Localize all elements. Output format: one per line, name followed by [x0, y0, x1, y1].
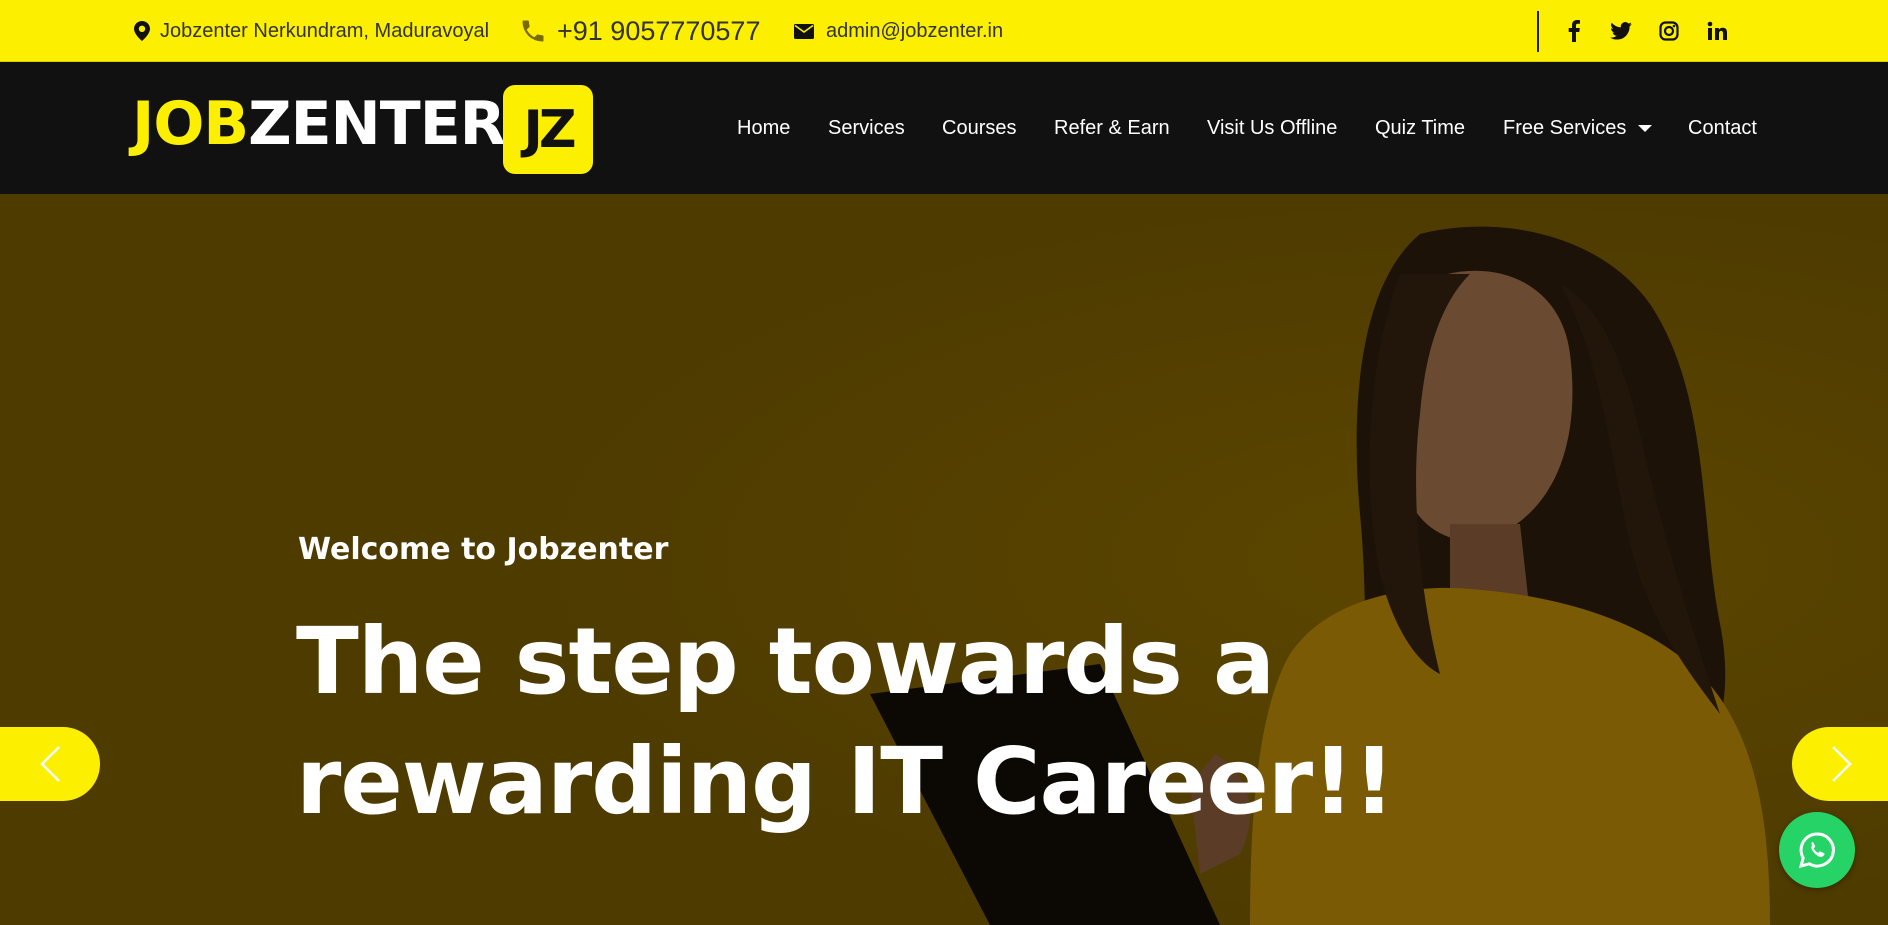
phone-text[interactable]: +91 9057770577 — [557, 16, 760, 47]
nav-free-services[interactable]: Free Services — [1503, 62, 1653, 194]
slider-next-button[interactable] — [1792, 727, 1888, 801]
instagram-icon[interactable] — [1656, 18, 1682, 44]
logo-badge-text: JZ — [523, 99, 576, 160]
social-divider — [1537, 11, 1539, 52]
whatsapp-chat-button[interactable] — [1779, 812, 1855, 888]
nav-refer-earn[interactable]: Refer & Earn — [1054, 62, 1170, 194]
chevron-right-icon — [1832, 746, 1852, 782]
envelope-icon — [794, 23, 814, 39]
hero-slider: Welcome to Jobzenter The step towards a … — [0, 194, 1888, 925]
whatsapp-icon — [1798, 832, 1835, 869]
chevron-left-icon — [40, 746, 60, 782]
map-pin-icon — [134, 21, 150, 41]
nav-home[interactable]: Home — [737, 62, 790, 194]
logo-part-zenter[interactable]: ZENTER — [248, 89, 506, 159]
nav-contact[interactable]: Contact — [1688, 62, 1757, 194]
brand-logo[interactable]: JOBZENTER — [132, 84, 506, 164]
twitter-icon[interactable] — [1608, 18, 1634, 44]
logo-badge[interactable]: JZ — [503, 85, 593, 174]
top-contact-bar: Jobzenter Nerkundram, Maduravoyal +91 90… — [0, 0, 1888, 62]
phone-icon — [522, 20, 544, 42]
phone-info[interactable]: +91 9057770577 — [519, 0, 760, 62]
location-info: Jobzenter Nerkundram, Maduravoyal — [134, 0, 489, 62]
hero-subtitle: Welcome to Jobzenter — [298, 532, 669, 567]
email-text[interactable]: admin@jobzenter.in — [826, 20, 1003, 43]
facebook-icon[interactable] — [1561, 18, 1587, 44]
logo-part-job[interactable]: JOB — [132, 89, 249, 159]
nav-free-services-label: Free Services — [1503, 116, 1627, 139]
email-info[interactable]: admin@jobzenter.in — [794, 0, 1003, 62]
caret-down-icon — [1638, 124, 1653, 132]
main-navbar: JOBZENTER JZ Home Services Courses Refer… — [0, 62, 1888, 194]
nav-courses[interactable]: Courses — [942, 62, 1016, 194]
hero-title: The step towards a rewarding IT Career!! — [296, 608, 1395, 835]
location-text: Jobzenter Nerkundram, Maduravoyal — [160, 19, 490, 42]
nav-quiz-time[interactable]: Quiz Time — [1375, 62, 1465, 194]
nav-visit-offline[interactable]: Visit Us Offline — [1207, 62, 1337, 194]
slider-prev-button[interactable] — [0, 727, 100, 801]
linkedin-icon[interactable] — [1704, 18, 1730, 44]
nav-services[interactable]: Services — [828, 62, 905, 194]
